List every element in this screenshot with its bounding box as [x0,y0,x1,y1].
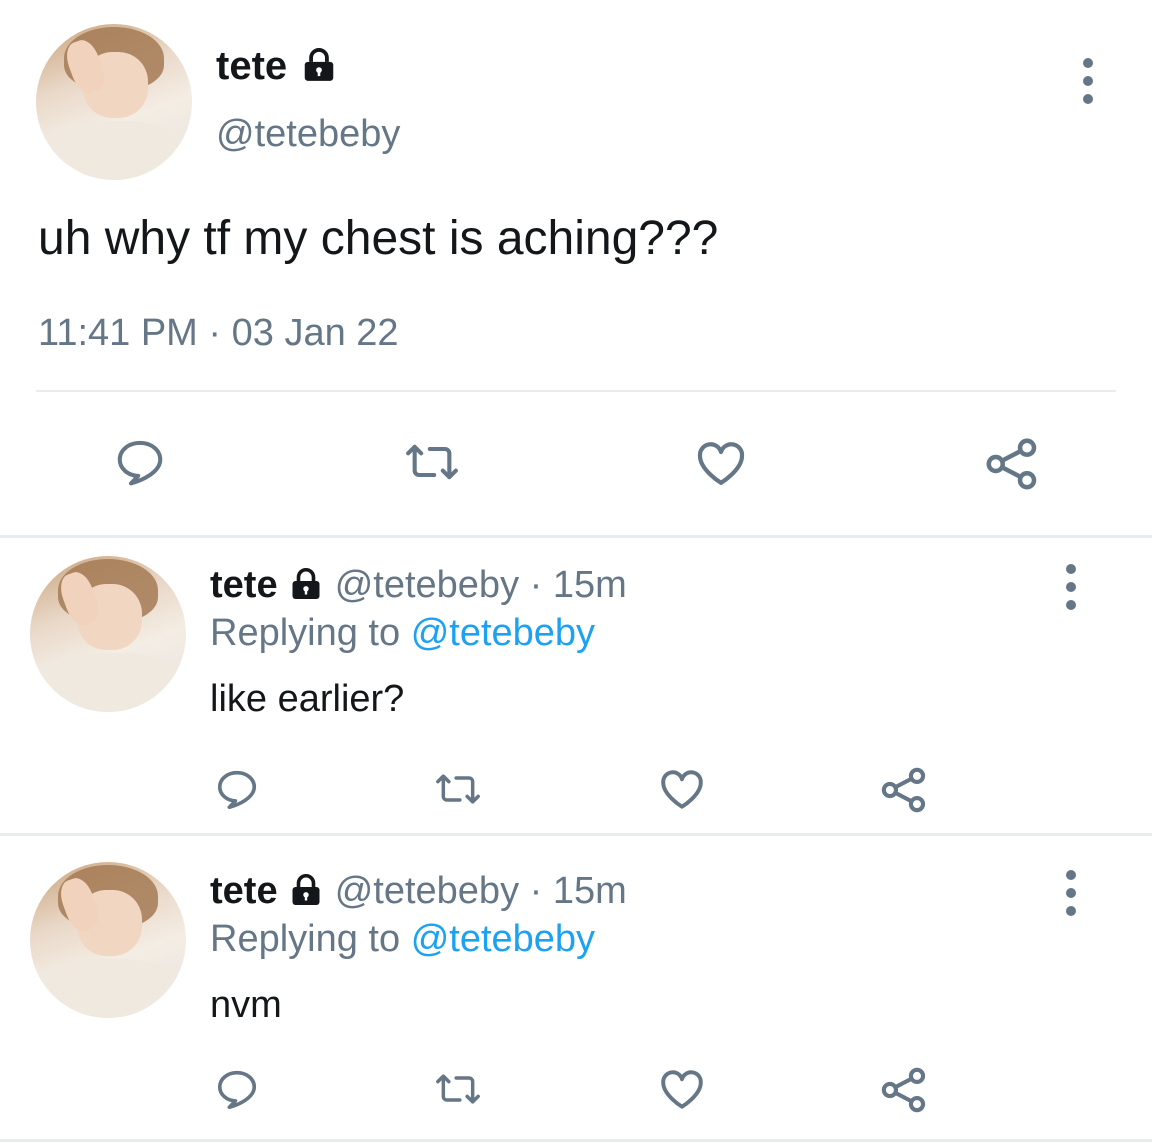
section-divider [0,535,1152,538]
main-separator: · [208,312,222,354]
lock-icon [292,873,320,905]
reply-reply-button[interactable] [210,764,264,814]
replying-label: Replying to [210,612,401,654]
reply-like-button[interactable] [654,762,710,816]
section-divider [0,1139,1152,1142]
share-icon [881,1067,926,1113]
heart-icon [661,1070,703,1109]
retweet-icon [436,774,480,804]
main-reply-button[interactable] [108,432,172,492]
reply-age: 15m [552,870,627,912]
share-icon [986,438,1037,490]
replying-label: Replying to [210,918,401,960]
reply-separator: · [529,870,543,912]
reply-icon [117,440,163,486]
reply-header: tete @tetebeby · 15m [210,868,627,914]
main-more-icon[interactable] [1081,58,1095,112]
replying-handle-link[interactable]: @tetebeby [411,612,595,654]
main-retweet-button[interactable] [394,432,470,492]
reply-display-name[interactable]: tete [210,564,278,606]
section-divider [0,833,1152,836]
main-share-button[interactable] [980,432,1044,496]
main-display-name[interactable]: tete [216,44,287,88]
reply-reply-button[interactable] [210,1064,264,1114]
reply-icon [217,1070,257,1110]
heart-icon [661,770,703,809]
replying-to: Replying to @tetebeby [210,916,595,962]
replying-handle-link[interactable]: @tetebeby [411,918,595,960]
main-date: 03 Jan 22 [231,312,399,354]
reply-text: like earlier? [210,678,405,720]
reply-more-icon[interactable] [1064,564,1078,618]
main-like-button[interactable] [688,432,754,494]
reply-like-button[interactable] [654,1062,710,1116]
main-timestamp: 11:41 PM · 03 Jan 22 [38,310,399,356]
main-divider [36,390,1116,392]
reply-retweet-button[interactable] [426,764,490,814]
share-icon [881,767,926,813]
main-tweet-text: uh why tf my chest is aching??? [38,212,719,265]
main-author[interactable]: tete [216,42,338,90]
replying-to: Replying to @tetebeby [210,610,595,656]
reply-avatar[interactable] [30,556,186,712]
main-avatar[interactable] [36,24,192,180]
reply-more-icon[interactable] [1064,870,1078,924]
reply-text: nvm [210,984,282,1026]
main-time: 11:41 PM [38,312,198,354]
reply-avatar[interactable] [30,862,186,1018]
reply-separator: · [529,564,543,606]
reply-handle[interactable]: @tetebeby [335,564,519,606]
lock-icon [292,567,320,599]
reply-share-button[interactable] [876,762,932,818]
reply-share-button[interactable] [876,1062,932,1118]
main-handle[interactable]: @tetebeby [216,112,400,156]
lock-icon [305,48,334,82]
reply-age: 15m [552,564,627,606]
retweet-icon [436,1074,480,1104]
reply-icon [217,770,257,810]
reply-retweet-button[interactable] [426,1064,490,1114]
reply-header: tete @tetebeby · 15m [210,562,627,608]
reply-handle[interactable]: @tetebeby [335,870,519,912]
heart-icon [697,442,745,485]
reply-display-name[interactable]: tete [210,870,278,912]
retweet-icon [406,444,458,480]
